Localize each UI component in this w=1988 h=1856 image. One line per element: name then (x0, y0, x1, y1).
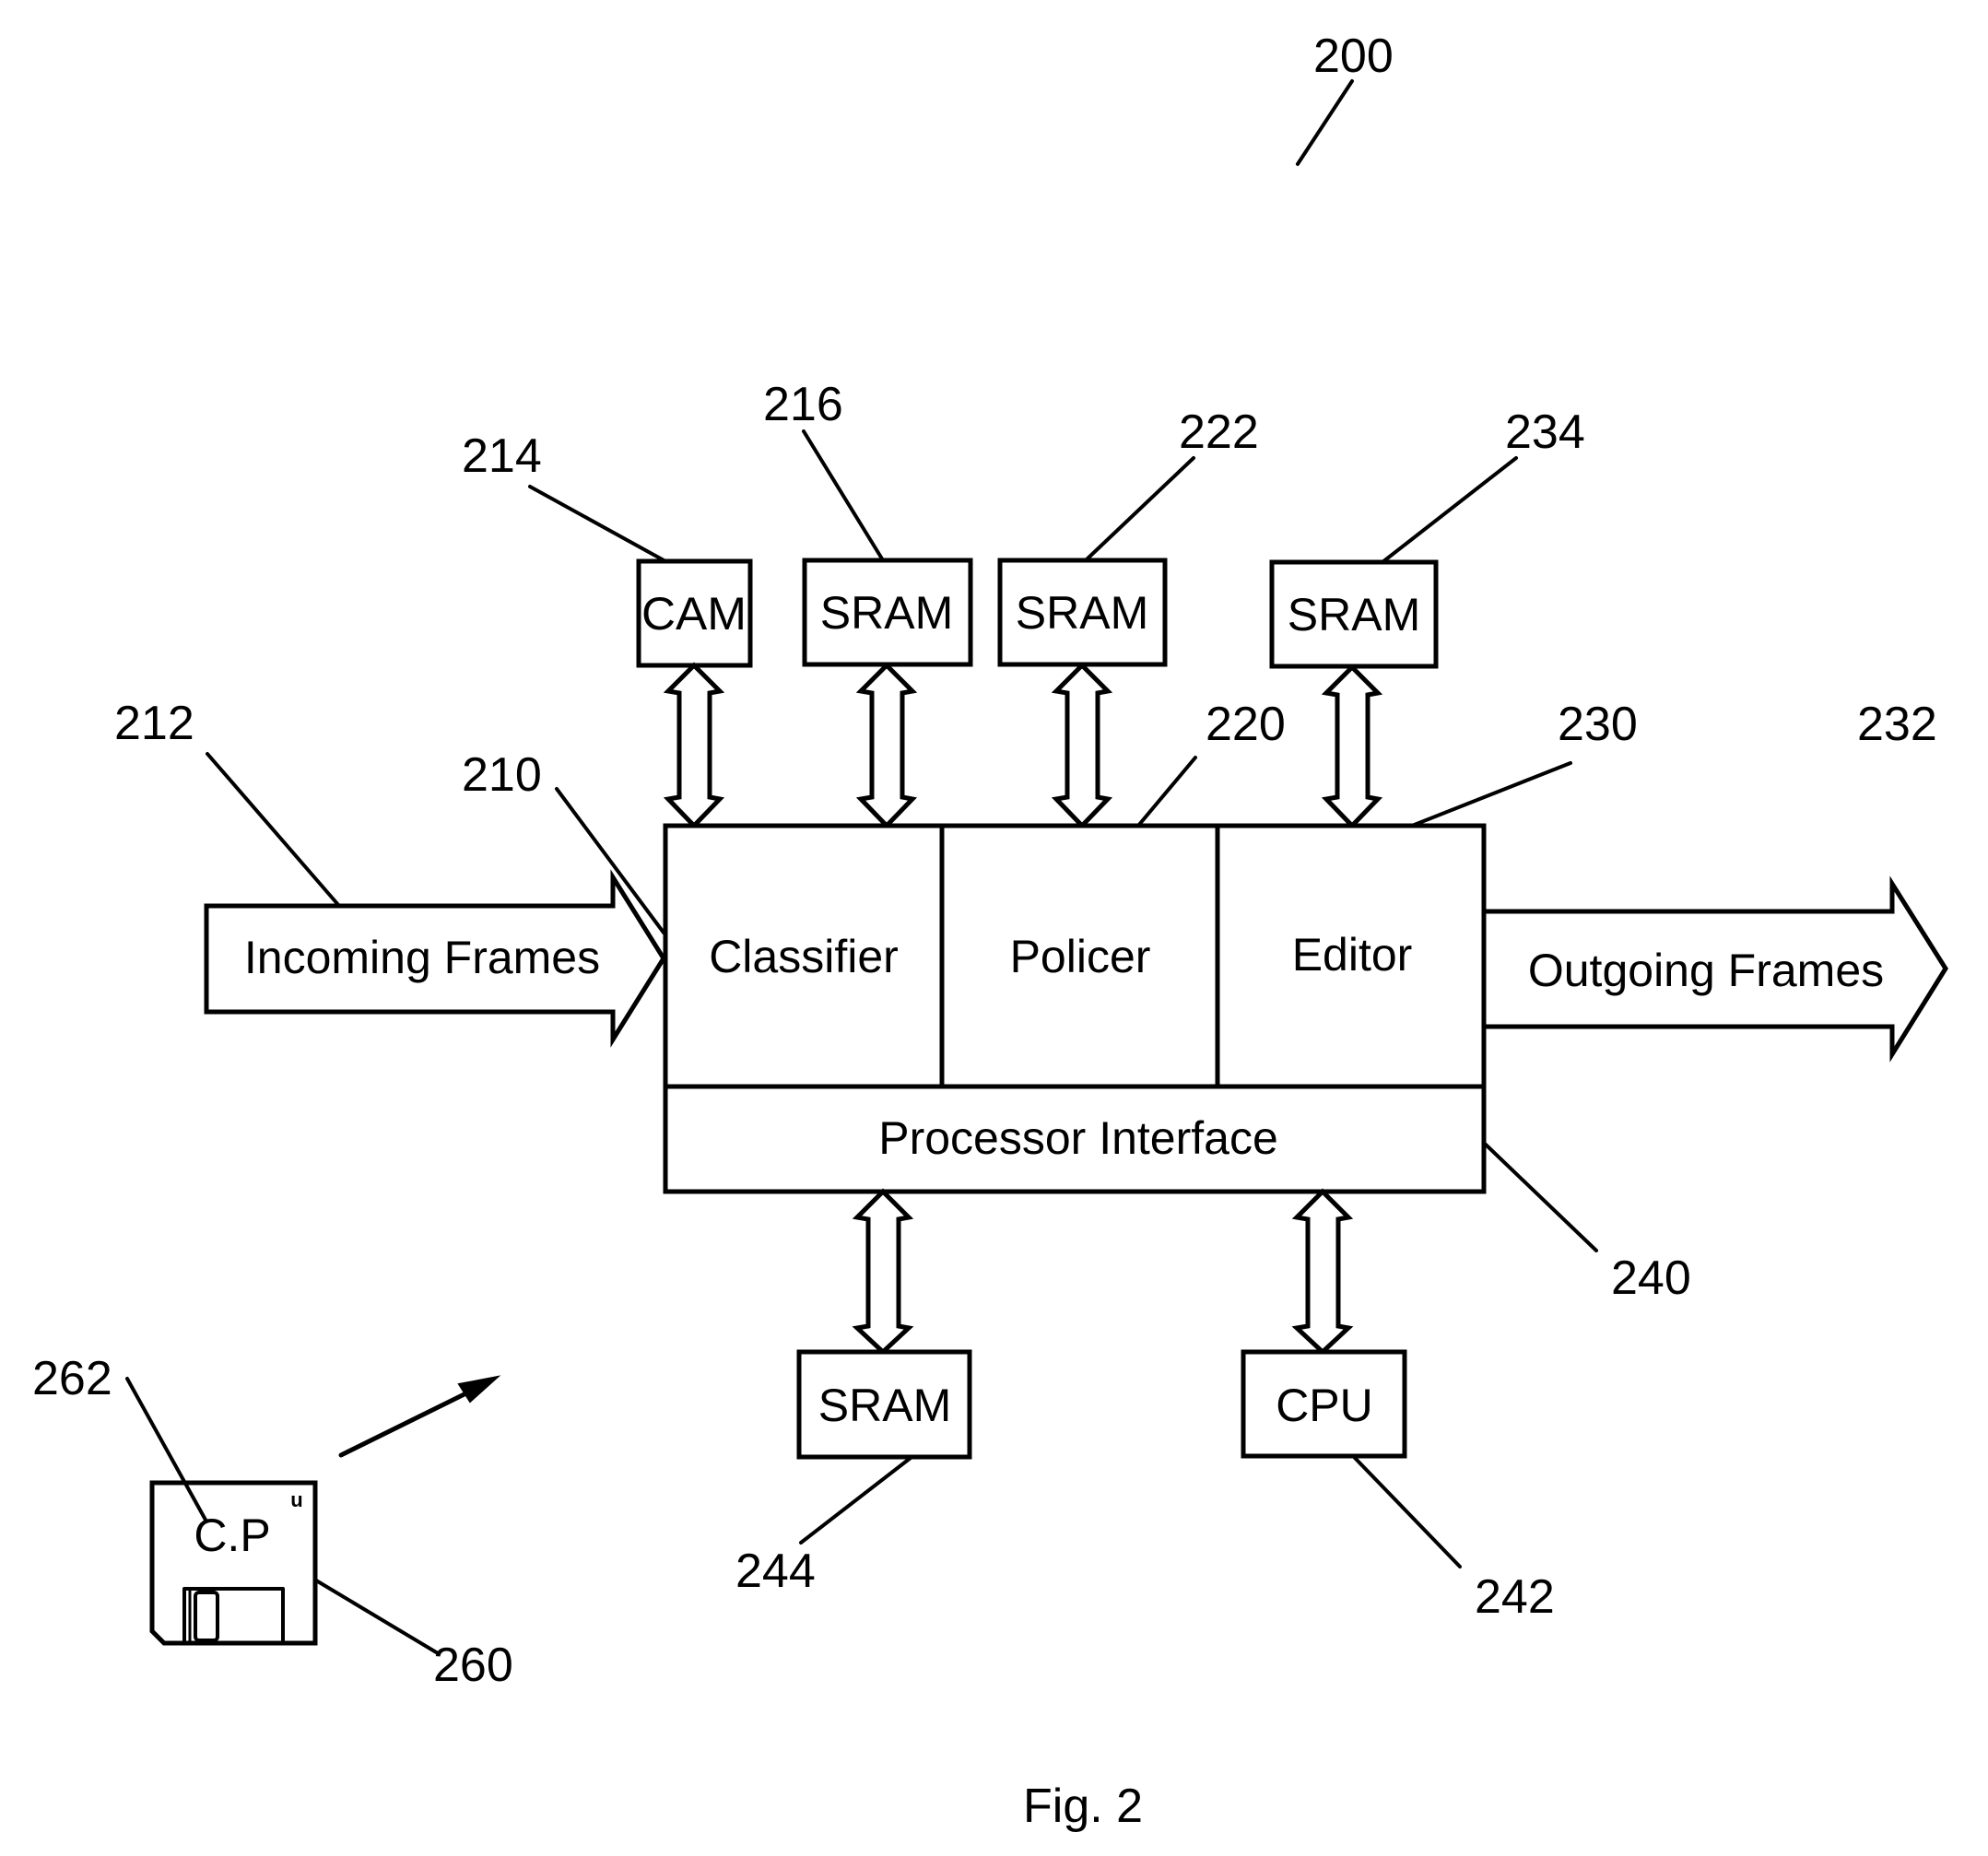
bus-arrow-sram-222 (1051, 662, 1113, 829)
ref-214: 214 (462, 429, 542, 483)
leader-242 (1353, 1456, 1462, 1568)
sram-244-block: SRAM (796, 1349, 972, 1460)
leader-230 (1410, 761, 1572, 828)
leader-222 (1084, 456, 1195, 562)
leader-234 (1381, 456, 1518, 564)
cam-block: CAM (636, 558, 753, 668)
ref-260: 260 (433, 1639, 513, 1692)
editor-label: Editor (1292, 929, 1413, 981)
bus-arrow-cam (663, 662, 725, 829)
bus-arrow-sram-244 (852, 1188, 914, 1356)
leader-244 (799, 1456, 912, 1545)
ref-210: 210 (462, 748, 542, 802)
patent-figure: 200 CAM SRAM SRAM SRAM 214 216 222 234 C… (32, 29, 1948, 1833)
cpu-block: CPU (1241, 1349, 1407, 1459)
sram-216-label: SRAM (820, 587, 953, 639)
leader-212 (206, 752, 341, 908)
figure-caption: Fig. 2 (1023, 1780, 1143, 1833)
leader-214 (528, 485, 667, 563)
ref-220: 220 (1206, 698, 1286, 751)
leader-220 (1136, 756, 1197, 828)
ref-222: 222 (1179, 405, 1259, 459)
incoming-frames-label: Incoming Frames (244, 932, 600, 983)
bus-arrow-sram-234 (1321, 664, 1383, 829)
ref-240: 240 (1611, 1251, 1691, 1305)
ref-244: 244 (735, 1545, 816, 1598)
sram-222-label: SRAM (1016, 587, 1148, 639)
sram-234-label: SRAM (1288, 589, 1420, 640)
leader-240 (1484, 1143, 1598, 1252)
ref-212: 212 (114, 697, 194, 750)
packet-processor-block: Classifier Policer Editor Processor Inte… (663, 823, 1487, 1194)
sram-234-block: SRAM (1269, 559, 1439, 669)
cam-label: CAM (641, 588, 747, 640)
outgoing-frames-arrow: Outgoing Frames (1481, 875, 1948, 1063)
leader-260 (314, 1579, 440, 1655)
bus-arrow-sram-216 (855, 662, 918, 829)
classifier-label: Classifier (709, 931, 899, 982)
ref-200: 200 (1313, 29, 1394, 83)
sram-244-label: SRAM (818, 1380, 951, 1431)
outgoing-frames-label: Outgoing Frames (1528, 945, 1884, 996)
ref-262: 262 (32, 1352, 112, 1405)
load-arrow (338, 1375, 501, 1458)
incoming-frames-arrow: Incoming Frames (204, 869, 666, 1048)
ref-232: 232 (1857, 698, 1937, 751)
ref-230: 230 (1558, 698, 1638, 751)
leader-216 (802, 429, 885, 562)
ref-234: 234 (1505, 405, 1585, 459)
policer-label: Policer (1010, 931, 1151, 982)
bus-arrow-cpu (1291, 1188, 1354, 1356)
bus-arrows-bottom (852, 1188, 1354, 1356)
processor-interface-label: Processor Interface (878, 1112, 1278, 1164)
floppy-disk-icon: C.P u (149, 1480, 318, 1646)
ref-216: 216 (763, 378, 843, 431)
sram-216-block: SRAM (802, 558, 973, 667)
floppy-corner-mark: u (290, 1488, 302, 1511)
ref-242: 242 (1475, 1570, 1555, 1624)
leader-200 (1296, 79, 1354, 166)
cpu-label: CPU (1276, 1380, 1373, 1431)
load-arrow-head (457, 1375, 501, 1404)
sram-222-block: SRAM (997, 558, 1168, 667)
